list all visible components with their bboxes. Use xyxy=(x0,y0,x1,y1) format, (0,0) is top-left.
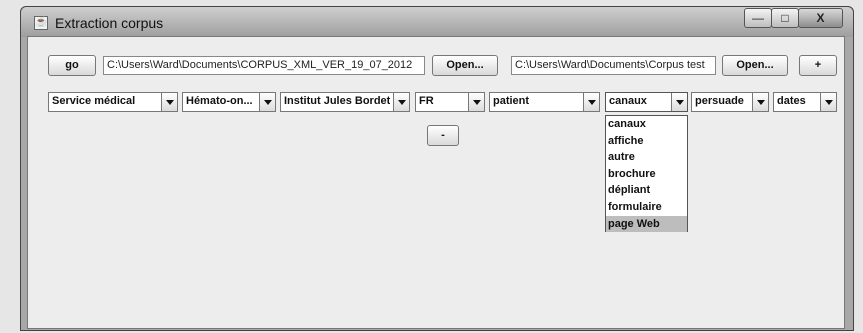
open-corpus-button[interactable]: Open... xyxy=(432,55,498,76)
combo-value: Service médical xyxy=(52,95,136,107)
institution-combo[interactable]: Institut Jules Bordet xyxy=(280,92,410,112)
dropdown-option-page-web[interactable]: page Web xyxy=(606,215,687,233)
chevron-down-icon[interactable] xyxy=(671,93,687,111)
combo-value: FR xyxy=(419,95,434,107)
chevron-down-icon[interactable] xyxy=(820,93,836,111)
client-area xyxy=(27,36,845,329)
channel-dropdown-list: canaux affiche autre brochure dépliant f… xyxy=(605,115,688,233)
combo-value: canaux xyxy=(609,95,647,107)
dropdown-option-canaux[interactable]: canaux xyxy=(606,116,687,133)
output-path-field[interactable]: C:\Users\Ward\Documents\Corpus test xyxy=(511,56,716,75)
window-title: Extraction corpus xyxy=(55,15,164,31)
maximize-button[interactable]: □ xyxy=(771,8,799,28)
combo-value: dates xyxy=(777,95,806,107)
chevron-down-icon[interactable] xyxy=(259,93,275,111)
chevron-down-icon[interactable] xyxy=(468,93,484,111)
audience-combo[interactable]: patient xyxy=(489,92,600,112)
combo-value: Institut Jules Bordet xyxy=(284,95,391,107)
dropdown-option-depliant[interactable]: dépliant xyxy=(606,182,687,199)
dates-combo[interactable]: dates xyxy=(773,92,837,112)
specialty-combo[interactable]: Hémato-on... xyxy=(182,92,276,112)
chevron-down-icon[interactable] xyxy=(752,93,768,111)
java-app-icon: ☕ xyxy=(34,16,48,30)
combo-value: persuade xyxy=(695,95,744,107)
add-filter-button[interactable]: + xyxy=(799,55,837,76)
combo-value: Hémato-on... xyxy=(186,95,253,107)
corpus-path-field[interactable]: C:\Users\Ward\Documents\CORPUS_XML_VER_1… xyxy=(103,56,425,75)
chevron-down-icon[interactable] xyxy=(161,93,177,111)
close-button[interactable]: X xyxy=(798,8,843,28)
service-combo[interactable]: Service médical xyxy=(48,92,178,112)
intent-combo[interactable]: persuade xyxy=(691,92,769,112)
language-combo[interactable]: FR xyxy=(415,92,485,112)
go-button[interactable]: go xyxy=(48,55,96,76)
chevron-down-icon[interactable] xyxy=(583,93,599,111)
open-output-button[interactable]: Open... xyxy=(722,55,788,76)
chevron-down-icon[interactable] xyxy=(393,93,409,111)
dropdown-option-brochure[interactable]: brochure xyxy=(606,166,687,183)
remove-filter-button[interactable]: - xyxy=(427,125,459,146)
combo-value: patient xyxy=(493,95,530,107)
minimize-button[interactable]: — xyxy=(744,8,772,28)
title-bar[interactable]: ☕ Extraction corpus — □ X xyxy=(21,7,853,37)
dropdown-option-autre[interactable]: autre xyxy=(606,149,687,166)
channel-combo[interactable]: canaux xyxy=(605,92,688,112)
dropdown-option-formulaire[interactable]: formulaire xyxy=(606,199,687,216)
dropdown-option-affiche[interactable]: affiche xyxy=(606,133,687,150)
